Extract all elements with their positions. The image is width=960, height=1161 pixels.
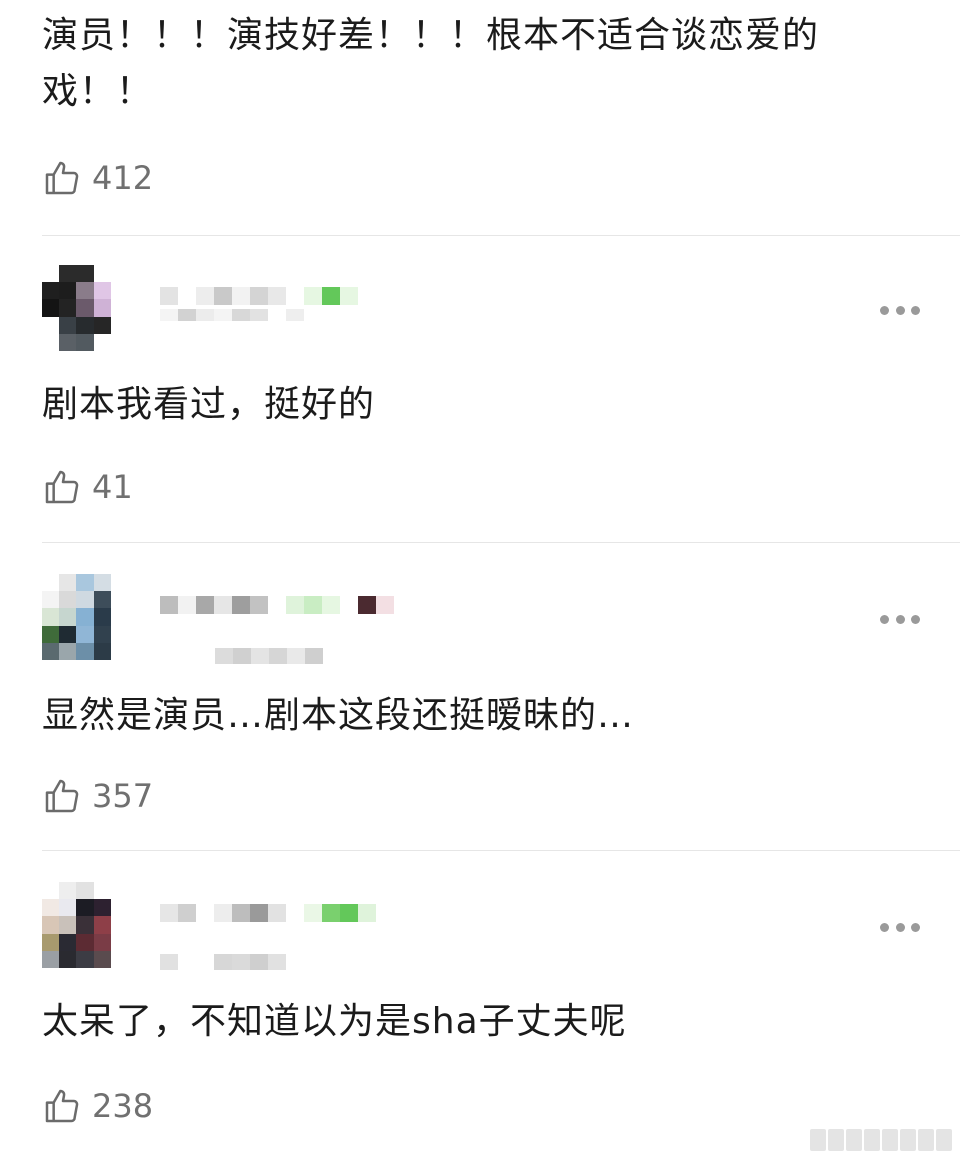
comment-header	[0, 882, 960, 972]
watermark-blurred	[810, 1129, 952, 1151]
comment-item: 太呆了，不知道以为是sha子丈夫呢 238	[0, 882, 960, 1126]
thumbs-up-icon	[45, 779, 79, 813]
username-blurred[interactable]	[160, 596, 394, 614]
comment-item: 显然是演员…剧本这段还挺暧昧的… 357	[0, 574, 960, 816]
comment-header	[0, 265, 960, 355]
more-options-button[interactable]	[880, 917, 920, 937]
comment-text: 显然是演员…剧本这段还挺暧昧的…	[42, 695, 635, 736]
like-button[interactable]: 41	[0, 467, 960, 507]
more-dots-icon	[880, 922, 889, 932]
comment-text: 太呆了，不知道以为是sha子丈夫呢	[42, 1001, 627, 1042]
username-blurred[interactable]	[160, 904, 376, 922]
more-dots-icon	[880, 305, 889, 315]
username-blurred[interactable]	[160, 287, 358, 305]
meta-blurred	[160, 954, 286, 970]
more-dot	[895, 922, 905, 932]
more-dot	[911, 614, 920, 624]
more-options-button[interactable]	[880, 609, 920, 629]
comment-item: 剧本我看过，挺好的 41	[0, 265, 960, 507]
like-button[interactable]: 412	[0, 158, 960, 198]
like-count: 41	[92, 468, 133, 506]
more-dots-icon	[880, 614, 889, 624]
more-dot	[911, 922, 920, 932]
divider	[42, 542, 960, 543]
comment-item: 演员！！！演技好差！！！根本不适合谈恋爱的戏！！ 412	[0, 8, 960, 198]
thumbs-up-icon	[45, 161, 79, 195]
thumbs-up-icon	[45, 1089, 79, 1123]
like-button[interactable]: 238	[0, 1086, 960, 1126]
like-button[interactable]: 357	[0, 776, 960, 816]
divider	[42, 235, 960, 236]
thumbs-up-icon	[45, 470, 79, 504]
avatar[interactable]	[42, 265, 128, 351]
avatar[interactable]	[42, 574, 128, 660]
more-dot	[895, 305, 905, 315]
more-options-button[interactable]	[880, 300, 920, 320]
divider	[42, 850, 960, 851]
like-count: 238	[92, 1087, 154, 1125]
avatar[interactable]	[42, 882, 128, 968]
like-count: 357	[92, 777, 154, 815]
more-dot	[895, 614, 905, 624]
comment-text: 剧本我看过，挺好的	[42, 384, 376, 425]
meta-blurred	[215, 648, 323, 664]
comment-text: 演员！！！演技好差！！！根本不适合谈恋爱的戏！！	[42, 15, 820, 112]
meta-blurred	[160, 309, 304, 321]
comment-header	[0, 574, 960, 664]
like-count: 412	[92, 159, 154, 197]
more-dot	[911, 305, 920, 315]
